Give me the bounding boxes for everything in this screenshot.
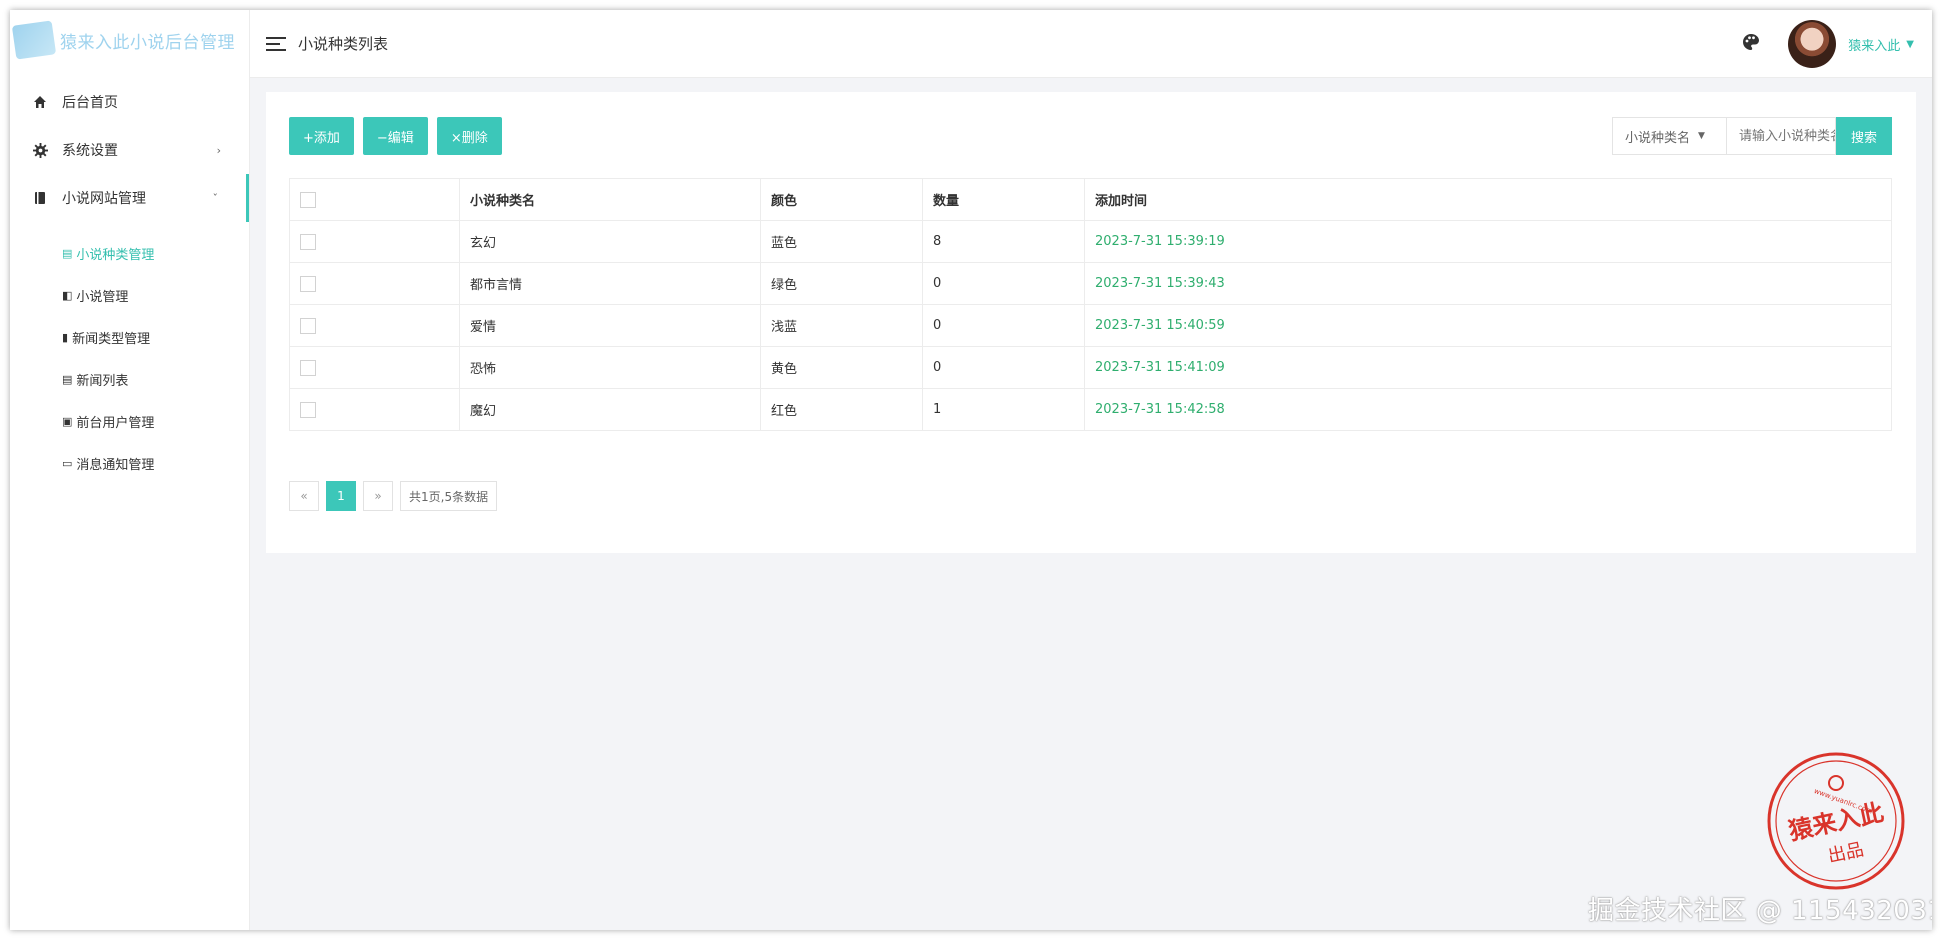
page-button-current[interactable]: 1: [326, 481, 356, 511]
brand-logo: [11, 20, 57, 60]
caret-down-icon[interactable]: ▼: [1906, 39, 1914, 50]
avatar[interactable]: [1788, 20, 1837, 68]
cell-time: 2023-7-31 15:39:19: [1084, 220, 1892, 263]
home-icon: [32, 94, 48, 110]
sidebar-item-label: 系统设置: [62, 143, 118, 159]
row-checkbox[interactable]: [300, 401, 316, 418]
sidebar-subitem-novel-category[interactable]: ▤ 小说种类管理: [10, 232, 249, 274]
book-open-icon: ◧: [62, 288, 73, 302]
sidebar-subitem-label: 新闻类型管理: [72, 331, 151, 347]
cell-name: 爱情: [459, 304, 761, 347]
sidebar-subitem-news-types[interactable]: ▮ 新闻类型管理: [10, 316, 249, 358]
search-field-select[interactable]: 小说种类名 ▼: [1612, 117, 1726, 155]
cell-time: 2023-7-31 15:39:43: [1084, 262, 1892, 305]
search-button[interactable]: 搜索: [1836, 117, 1892, 155]
cell-count: 8: [922, 220, 1085, 263]
page-title: 小说种类列表: [298, 35, 389, 53]
table-row[interactable]: 恐怖 黄色 0 2023-7-31 15:41:09: [289, 346, 1892, 389]
table-header-row: 小说种类名 颜色 数量 添加时间: [289, 178, 1892, 221]
comment-icon: ▭: [62, 456, 73, 470]
cell-color: 绿色: [760, 262, 923, 305]
next-page-button[interactable]: »: [363, 481, 393, 511]
column-header-name[interactable]: 小说种类名: [459, 178, 761, 221]
sidebar-subitem-notifications[interactable]: ▭ 消息通知管理: [10, 442, 249, 484]
select-all-checkbox[interactable]: [300, 191, 316, 208]
cell-name: 恐怖: [459, 346, 761, 389]
sidebar-subitem-news-list[interactable]: ▤ 新闻列表: [10, 358, 249, 400]
svg-text:猿来入此: 猿来入此: [1785, 797, 1886, 846]
cell-count: 0: [922, 304, 1085, 347]
brand-title: 猿来入此小说后台管理: [60, 32, 235, 53]
search-bar: 小说种类名 ▼ 搜索: [1612, 117, 1892, 155]
cell-name: 玄幻: [459, 220, 761, 263]
watermark-text: 掘金技术社区 @ 115432031q: [1588, 896, 1932, 926]
sidebar-subitem-label: 新闻列表: [76, 373, 129, 389]
column-header-color[interactable]: 颜色: [760, 178, 923, 221]
sidebar-item-label: 小说网站管理: [62, 191, 146, 207]
sidebar-subitem-label: 小说种类管理: [76, 247, 155, 263]
row-checkbox[interactable]: [300, 275, 316, 292]
sidebar-subitem-label: 消息通知管理: [76, 457, 155, 473]
row-checkbox[interactable]: [300, 317, 316, 334]
card-icon: ▤: [62, 372, 73, 386]
cell-name: 都市言情: [459, 262, 761, 305]
brand-stamp: 猿来入此 出品 www.yuanlrc.com: [1765, 750, 1907, 892]
chevron-down-icon: ˇ: [212, 191, 219, 205]
table-row[interactable]: 魔幻 红色 1 2023-7-31 15:42:58: [289, 388, 1892, 431]
svg-text:出品: 出品: [1826, 839, 1866, 867]
user-card-icon: ▣: [62, 414, 73, 428]
cell-name: 魔幻: [459, 388, 761, 431]
pagination-info: 共1页,5条数据: [400, 481, 498, 511]
cell-color: 浅蓝: [760, 304, 923, 347]
sidebar-item-system-settings[interactable]: 系统设置 ›: [10, 126, 249, 174]
category-table: 小说种类名 颜色 数量 添加时间 玄幻 蓝色 8 2023-7-31 15:39…: [289, 178, 1892, 431]
table-row[interactable]: 玄幻 蓝色 8 2023-7-31 15:39:19: [289, 220, 1892, 263]
cell-count: 1: [922, 388, 1085, 431]
sidebar-item-label: 后台首页: [62, 95, 118, 111]
sidebar-item-novel-site[interactable]: 小说网站管理 ˇ: [10, 174, 249, 222]
card-icon: ▤: [62, 246, 73, 260]
toolbar: +添加 −编辑 ×删除: [289, 117, 511, 155]
pagination: « 1 » 共1页,5条数据: [289, 481, 504, 511]
content-card: +添加 −编辑 ×删除 小说种类名 ▼ 搜索 小说种类名 颜色 数量 添加时间: [266, 92, 1916, 553]
cell-color: 黄色: [760, 346, 923, 389]
cell-color: 红色: [760, 388, 923, 431]
brand[interactable]: 猿来入此小说后台管理: [10, 10, 249, 70]
row-checkbox[interactable]: [300, 359, 316, 376]
bookmark-icon: ▮: [62, 330, 69, 344]
column-header-time[interactable]: 添加时间: [1084, 178, 1892, 221]
cell-count: 0: [922, 346, 1085, 389]
add-button[interactable]: +添加: [289, 117, 354, 155]
book-icon: [32, 190, 48, 206]
table-row[interactable]: 爱情 浅蓝 0 2023-7-31 15:40:59: [289, 304, 1892, 347]
delete-button[interactable]: ×删除: [436, 117, 502, 155]
sidebar-subitem-label: 小说管理: [76, 289, 129, 305]
menu-toggle-icon[interactable]: [266, 36, 286, 51]
cell-count: 0: [922, 262, 1085, 305]
cell-time: 2023-7-31 15:40:59: [1084, 304, 1892, 347]
cell-time: 2023-7-31 15:42:58: [1084, 388, 1892, 431]
sidebar: 猿来入此小说后台管理 后台首页 系统设置 › 小说网站管理 ˇ ▤ 小说种类管理…: [10, 10, 250, 930]
gear-icon: [32, 142, 48, 158]
cell-color: 蓝色: [760, 220, 923, 263]
palette-icon[interactable]: [1742, 33, 1760, 56]
search-input[interactable]: [1726, 117, 1836, 155]
top-header: 小说种类列表 猿来入此 ▼: [250, 10, 1932, 78]
search-field-label: 小说种类名: [1625, 130, 1691, 146]
cell-time: 2023-7-31 15:41:09: [1084, 346, 1892, 389]
table-row[interactable]: 都市言情 绿色 0 2023-7-31 15:39:43: [289, 262, 1892, 305]
chevron-right-icon: ›: [216, 143, 221, 157]
sidebar-subitem-label: 前台用户管理: [76, 415, 155, 431]
username[interactable]: 猿来入此: [1848, 35, 1900, 54]
app-window: 猿来入此小说后台管理 后台首页 系统设置 › 小说网站管理 ˇ ▤ 小说种类管理…: [10, 10, 1932, 930]
sidebar-subitem-novels[interactable]: ◧ 小说管理: [10, 274, 249, 316]
row-checkbox[interactable]: [300, 233, 316, 250]
prev-page-button[interactable]: «: [289, 481, 319, 511]
column-header-count[interactable]: 数量: [922, 178, 1085, 221]
caret-down-icon: ▼: [1698, 131, 1705, 141]
sidebar-subitem-frontend-users[interactable]: ▣ 前台用户管理: [10, 400, 249, 442]
sidebar-item-home[interactable]: 后台首页: [10, 78, 249, 126]
edit-button[interactable]: −编辑: [362, 117, 428, 155]
